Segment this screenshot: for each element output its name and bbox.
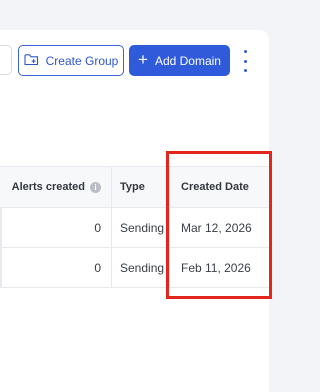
cell-created-date: Feb 11, 2026 <box>181 260 251 275</box>
table-row[interactable]: 0 Sending Feb 11, 2026 <box>0 248 269 288</box>
create-group-label: Create Group <box>45 53 119 68</box>
add-domain-button[interactable]: + Add Domain <box>129 45 230 76</box>
toolbar-button-partial[interactable] <box>0 45 12 75</box>
header-alerts-label: Alerts created <box>11 181 85 193</box>
cell-created-date: Mar 12, 2026 <box>181 220 252 235</box>
create-group-button[interactable]: Create Group <box>18 45 124 76</box>
more-options-icon[interactable] <box>240 50 250 72</box>
cell-type: Sending <box>112 248 170 287</box>
folder-plus-icon <box>24 53 39 69</box>
add-domain-label: Add Domain <box>154 53 221 68</box>
header-alerts-created[interactable]: Alerts created i <box>0 167 112 207</box>
header-type-label: Type <box>120 181 145 193</box>
cell-type: Sending <box>112 208 170 247</box>
cell-alerts: 0 <box>0 248 112 287</box>
header-type[interactable]: Type <box>112 167 170 207</box>
cell-alerts: 0 <box>0 208 112 247</box>
table-row[interactable]: 0 Sending Mar 12, 2026 <box>0 208 269 248</box>
table-header-row: Alerts created i Type Created Date <box>0 166 269 208</box>
plus-icon: + <box>138 50 148 69</box>
info-icon[interactable]: i <box>90 181 101 193</box>
header-created-date-label: Created Date <box>181 181 249 193</box>
header-created-date[interactable]: Created Date <box>170 167 269 207</box>
domains-table: Alerts created i Type Created Date 0 Sen… <box>0 166 269 288</box>
